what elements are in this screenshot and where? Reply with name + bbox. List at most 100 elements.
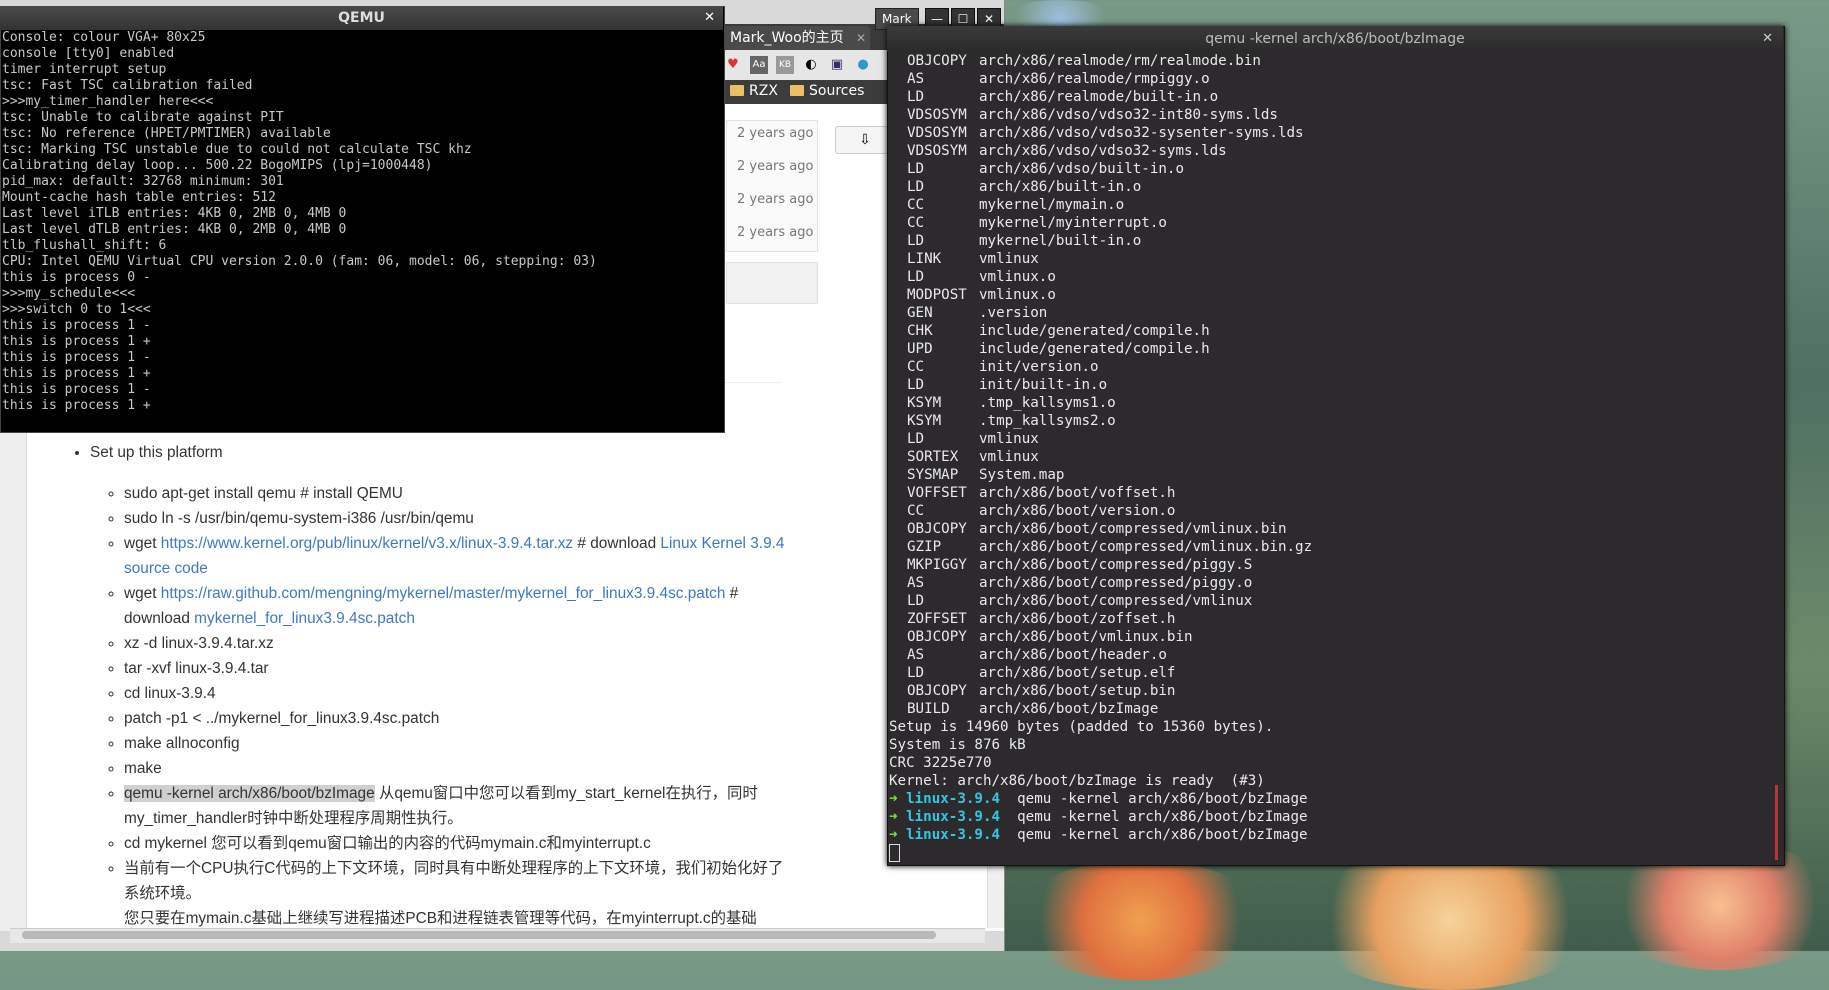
- build-line: LD arch/x86/boot/setup.elf: [889, 664, 1779, 682]
- build-step-tag: CC: [907, 503, 925, 519]
- wallpaper-flower: [1300, 850, 1600, 990]
- list-item: 您只要在mymain.c基础上继续写进程描述PCB和进程链表管理等代码，在myi…: [124, 906, 792, 928]
- build-line: LD arch/x86/vdso/built-in.o: [889, 160, 1779, 178]
- build-line: CC mykernel/mymain.o: [889, 196, 1779, 214]
- list-item: sudo ln -s /usr/bin/qemu-system-i386 /us…: [124, 506, 792, 531]
- build-step-path: System.map: [979, 467, 1065, 483]
- build-line: LD vmlinux: [889, 430, 1779, 448]
- build-line: SYSMAP System.map: [889, 466, 1779, 484]
- build-step-tag: VDSOSYM: [907, 143, 967, 159]
- list-item: cd linux-3.9.4: [124, 681, 792, 706]
- build-step-tag: LD: [907, 179, 925, 195]
- commit-age: 2 years ago: [737, 225, 814, 240]
- prompt-directory: linux-3.9.4: [906, 809, 1001, 825]
- build-line: OBJCOPY arch/x86/boot/setup.bin: [889, 682, 1779, 700]
- build-step-path: arch/x86/vdso/built-in.o: [979, 161, 1184, 177]
- monitor-icon[interactable]: ▣: [828, 56, 846, 74]
- tab-close-icon[interactable]: ✕: [856, 26, 866, 50]
- build-step-path: arch/x86/boot/zoffset.h: [979, 611, 1176, 627]
- build-line: CHK include/generated/compile.h: [889, 322, 1779, 340]
- close-icon[interactable]: ✕: [704, 6, 715, 30]
- build-step-tag: VOFFSET: [907, 485, 967, 501]
- build-step-path: .tmp_kallsyms1.o: [979, 395, 1116, 411]
- setup-heading: Set up this platform sudo apt-get instal…: [90, 440, 792, 928]
- console-line: >>>my_timer_handler here<<<: [2, 94, 214, 109]
- build-step-tag: LD: [907, 665, 925, 681]
- close-icon[interactable]: ✕: [1762, 26, 1773, 52]
- build-step-tag: CHK: [907, 323, 933, 339]
- build-line: VDSOSYM arch/x86/vdso/vdso32-int80-syms.l…: [889, 106, 1779, 124]
- console-line: tsc: No reference (HPET/PMTIMER) availab…: [2, 126, 331, 141]
- build-step-tag: VDSOSYM: [907, 125, 967, 141]
- heart-icon[interactable]: ♥: [724, 56, 742, 74]
- console-line: this is process 1 -: [2, 382, 151, 397]
- list-item: sudo apt-get install qemu # install QEMU: [124, 481, 792, 506]
- build-line: OBJCOPY arch/x86/boot/compressed/vmlinux.…: [889, 520, 1779, 538]
- build-step-path: arch/x86/boot/voffset.h: [979, 485, 1176, 501]
- build-line: MKPIGGY arch/x86/boot/compressed/piggy.S: [889, 556, 1779, 574]
- contrast-icon[interactable]: ◐: [802, 56, 820, 74]
- build-line: AS arch/x86/realmode/rmpiggy.o: [889, 70, 1779, 88]
- build-step-path: arch/x86/realmode/built-in.o: [979, 89, 1219, 105]
- commit-age: 2 years ago: [737, 192, 814, 207]
- list-item: qemu -kernel arch/x86/boot/bzImage 从qemu…: [124, 781, 792, 831]
- console-line: console [tty0] enabled: [2, 46, 175, 61]
- build-step-tag: BUILD: [907, 701, 950, 717]
- font-icon[interactable]: Aa: [750, 56, 768, 74]
- patch-url-link[interactable]: https://raw.github.com/mengning/mykernel…: [161, 585, 726, 602]
- build-step-tag: MKPIGGY: [907, 557, 967, 573]
- build-line: LD arch/x86/realmode/built-in.o: [889, 88, 1779, 106]
- output-line: CRC 3225e770: [889, 755, 992, 771]
- commit-age: 2 years ago: [737, 159, 814, 174]
- build-line: CC arch/x86/boot/version.o: [889, 502, 1779, 520]
- download-button[interactable]: ⇩: [835, 126, 895, 154]
- build-step-tag: OBJCOPY: [907, 521, 967, 537]
- build-step-tag: OBJCOPY: [907, 683, 967, 699]
- extension-icon[interactable]: ●: [854, 56, 872, 74]
- prompt-command: qemu -kernel arch/x86/boot/bzImage: [1000, 809, 1308, 825]
- console-line: this is process 1 +: [2, 398, 151, 413]
- bookmark-rzx[interactable]: RZX: [730, 83, 778, 99]
- build-line: BUILD arch/x86/boot/bzImage: [889, 700, 1779, 718]
- shell-prompt-line: ➜ linux-3.9.4 qemu -kernel arch/x86/boot…: [889, 790, 1779, 808]
- terminal-titlebar[interactable]: qemu -kernel arch/x86/boot/bzImage ✕: [887, 26, 1783, 52]
- build-step-tag: AS: [907, 575, 925, 591]
- build-line: MODPOST vmlinux.o: [889, 286, 1779, 304]
- build-step-tag: AS: [907, 647, 925, 663]
- cloud-download-icon: ⇩: [859, 132, 871, 148]
- horizontal-scroll-thumb[interactable]: [22, 931, 936, 939]
- terminal-scrollbar[interactable]: [1775, 785, 1778, 860]
- patch-file-link[interactable]: mykernel_for_linux3.9.4sc.patch: [194, 610, 415, 627]
- shell-prompt-line: ➜ linux-3.9.4 qemu -kernel arch/x86/boot…: [889, 808, 1779, 826]
- browser-tab-title: Mark_Woo的主页: [730, 30, 844, 46]
- build-line: LD arch/x86/built-in.o: [889, 178, 1779, 196]
- build-step-path: arch/x86/boot/bzImage: [979, 701, 1159, 717]
- qemu-titlebar[interactable]: QEMU ✕: [0, 6, 723, 30]
- terminal-input-line[interactable]: [889, 844, 1779, 862]
- kernel-tarball-link[interactable]: https://www.kernel.org/pub/linux/kernel/…: [161, 535, 573, 552]
- keyboard-icon[interactable]: KB: [776, 56, 794, 74]
- build-step-tag: GEN: [907, 305, 933, 321]
- list-item: make: [124, 756, 792, 781]
- text-cursor: [889, 844, 900, 862]
- bookmark-sources[interactable]: Sources: [790, 83, 864, 99]
- build-step-tag: AS: [907, 71, 925, 87]
- console-line: tsc: Fast TSC calibration failed: [2, 78, 253, 93]
- prompt-directory: linux-3.9.4: [906, 827, 1001, 843]
- readme-content: Set up this platform sudo apt-get instal…: [72, 440, 792, 928]
- build-step-tag: ZOFFSET: [907, 611, 967, 627]
- build-step-path: vmlinux: [979, 431, 1039, 447]
- list-item: wget https://raw.github.com/mengning/myk…: [124, 581, 792, 631]
- commit-age: 2 years ago: [737, 126, 814, 141]
- shell-prompt-line: ➜ linux-3.9.4 qemu -kernel arch/x86/boot…: [889, 826, 1779, 844]
- console-line: tlb_flushall_shift: 6: [2, 238, 167, 253]
- list-item: cd mykernel 您可以看到qemu窗口输出的内容的代码mymain.c和…: [124, 831, 792, 856]
- build-step-tag: LD: [907, 593, 925, 609]
- build-step-tag: CC: [907, 359, 925, 375]
- build-step-tag: SORTEX: [907, 449, 959, 465]
- console-line: tsc: Marking TSC unstable due to could n…: [2, 142, 472, 157]
- panel-header: [726, 262, 818, 304]
- browser-tab[interactable]: Mark_Woo的主页 ✕: [724, 26, 870, 50]
- build-step-tag: KSYM: [907, 395, 942, 411]
- output-line: System is 876 kB: [889, 737, 1026, 753]
